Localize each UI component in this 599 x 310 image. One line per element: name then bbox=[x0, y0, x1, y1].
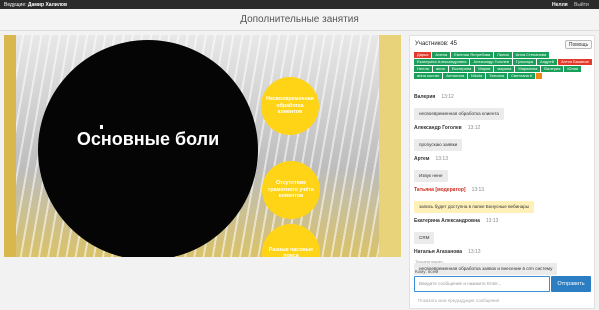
participant-tag[interactable]: Татьяна bbox=[486, 73, 508, 79]
chat-message: Татьяна [модератор] 13:13 запись будет дос… bbox=[414, 187, 592, 213]
participant-tag[interactable]: Валерия bbox=[541, 66, 564, 72]
message-author[interactable]: Александр Гоголев bbox=[414, 125, 462, 131]
chat-message: Екатерина Александровна 13:13 CRM bbox=[414, 218, 592, 244]
user-name[interactable]: Нелля bbox=[552, 2, 568, 8]
participant-tag[interactable]: Гульнара bbox=[512, 59, 537, 65]
participants-list: Дарья Алена Евгения Ястребова Лилия Анна Сте… bbox=[414, 52, 592, 90]
participant-tag[interactable]: Светлана К bbox=[508, 73, 536, 79]
participant-tag[interactable]: Марианна bbox=[515, 66, 541, 72]
message-author[interactable]: Екатерина Александровна bbox=[414, 218, 480, 224]
participant-tag[interactable]: Евгения Ястребова bbox=[451, 52, 494, 58]
participants-count: Участников: 45 bbox=[415, 41, 457, 47]
participant-tag[interactable]: Александр Гоголев bbox=[470, 59, 512, 65]
presentation-slide: Основные боли Несвоевременная обработка … bbox=[4, 35, 401, 257]
participant-tag[interactable]: Андрей bbox=[537, 59, 557, 65]
top-bar: Ведущие: Дамир Халилов Нелля Выйти bbox=[0, 0, 599, 9]
recipient-label[interactable]: Кому: всем bbox=[415, 269, 438, 274]
message-time: 13:13 bbox=[435, 156, 448, 162]
mouse-cursor bbox=[100, 125, 103, 129]
message-time: 13:13 bbox=[485, 218, 499, 224]
message-input[interactable]: Введите сообщение и нажмите Enter... bbox=[414, 276, 550, 292]
presenter-info: Ведущие: Дамир Халилов bbox=[4, 1, 68, 8]
participant-tag[interactable]: Nikola bbox=[468, 73, 486, 79]
message-time: 13:12 bbox=[441, 94, 454, 100]
participant-tag[interactable] bbox=[536, 73, 543, 79]
show-earlier-messages[interactable]: Показать мои предыдущие сообщения bbox=[418, 298, 499, 303]
typing-indicator: Татьяна пишет... bbox=[415, 259, 446, 264]
pain-point-1: Несвоевременная обработка клиентов bbox=[261, 77, 319, 135]
pain-point-2: Отсутствие грамотного учёта клиентов bbox=[262, 161, 320, 219]
participant-tag[interactable]: Екатерина bbox=[448, 66, 475, 72]
message-time: 13:12 bbox=[467, 125, 481, 131]
participant-tag[interactable]: Лилия bbox=[494, 52, 512, 58]
message-header: Наталья Агаханова 13:13 bbox=[414, 249, 592, 255]
send-button[interactable]: Отправить bbox=[551, 276, 591, 292]
participant-tag[interactable]: Антонина bbox=[443, 73, 468, 79]
message-text: несвоевременная обработка клиента bbox=[414, 108, 504, 120]
help-button[interactable]: Помощь bbox=[565, 40, 592, 49]
chat-message: Валерия 13:12 несвоевременная обработка кл… bbox=[414, 94, 592, 120]
slide-decor-right bbox=[379, 35, 401, 257]
message-header: Валерия 13:12 bbox=[414, 94, 592, 100]
participant-tag[interactable]: марина bbox=[494, 66, 515, 72]
page-title: Дополнительные занятия bbox=[0, 9, 599, 31]
message-header: Артем 13:13 bbox=[414, 156, 592, 162]
participant-tag[interactable]: Антон Базанов bbox=[557, 59, 592, 65]
participant-tag[interactable]: Дарья bbox=[414, 52, 432, 58]
participant-tag[interactable]: Мария bbox=[475, 66, 494, 72]
chat-messages: Валерия 13:12 несвоевременная обработка кл… bbox=[414, 94, 592, 294]
participant-tag[interactable]: анна bbox=[432, 66, 448, 72]
participant-tag[interactable]: Алена bbox=[432, 52, 451, 58]
participant-tag[interactable]: Юлия bbox=[564, 66, 581, 72]
participant-tag[interactable]: анна костин bbox=[414, 73, 443, 79]
participant-tag[interactable]: Екатерина Александровна bbox=[414, 59, 470, 65]
message-text: CRM bbox=[414, 232, 435, 244]
message-text: запись будет доступна в папке Бонусные в… bbox=[414, 201, 535, 213]
message-header: Екатерина Александровна 13:13 bbox=[414, 218, 592, 224]
message-author[interactable]: Артем bbox=[414, 156, 429, 162]
participant-tag[interactable]: Нелля bbox=[414, 66, 432, 72]
message-time: 13:13 bbox=[468, 249, 481, 255]
chat-panel: Участников: 45 Помощь Дарья Алена Евгения … bbox=[409, 35, 595, 309]
chat-message: Артем 13:13 Извук ннне bbox=[414, 156, 592, 182]
message-time: 13:13 bbox=[471, 187, 485, 193]
message-header: Александр Гоголев 13:12 bbox=[414, 125, 592, 131]
message-author[interactable]: Валерия bbox=[414, 94, 435, 100]
message-author[interactable]: Татьяна [модератор] bbox=[414, 187, 466, 193]
slide-decor-left bbox=[4, 35, 16, 257]
message-text: Извук ннне bbox=[414, 170, 448, 182]
chat-message: Александр Гоголев 13:12 пропускаю заявки bbox=[414, 125, 592, 151]
message-text: пропускаю заявки bbox=[414, 139, 463, 151]
message-header: Татьяна [модератор] 13:13 bbox=[414, 187, 592, 193]
slide-main-text: Основные боли bbox=[76, 129, 220, 149]
message-author[interactable]: Наталья Агаханова bbox=[414, 249, 462, 255]
exit-link[interactable]: Выйти bbox=[574, 2, 589, 8]
participant-tag[interactable]: Анна Степанова bbox=[512, 52, 550, 58]
